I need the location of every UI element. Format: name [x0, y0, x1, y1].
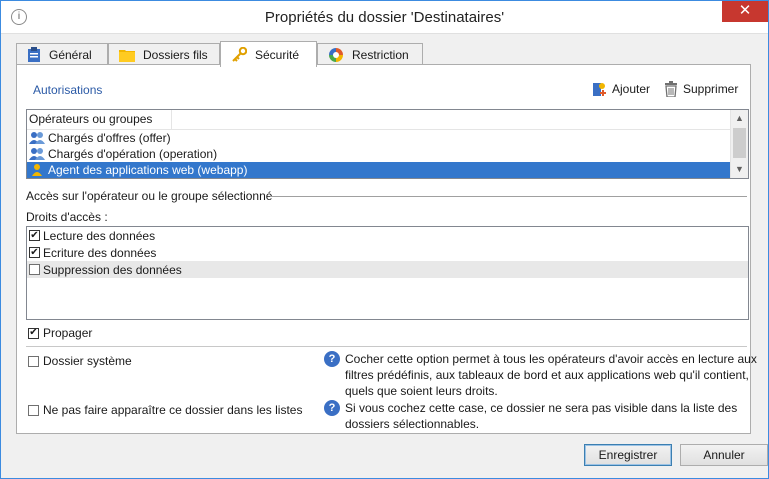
list-item[interactable]: Chargés d'opération (operation) [27, 146, 748, 162]
write-checkbox[interactable]: ✔ [29, 247, 40, 258]
hide-folder-help: Si vous cochez cette case, ce dossier ne… [345, 401, 738, 431]
propagate-checkbox[interactable]: ✔ [28, 327, 39, 339]
key-icon [232, 46, 247, 62]
list-item-label: Chargés d'offres (offer) [48, 131, 171, 145]
right-label: Suppression des données [43, 262, 182, 277]
right-read[interactable]: ✔ Lecture des données [27, 227, 748, 244]
list-item-label: Chargés d'opération (operation) [48, 147, 218, 161]
tab-restriction[interactable]: Restriction [317, 43, 423, 65]
list-item-selected[interactable]: Agent des applications web (webapp) [27, 162, 748, 178]
column-header[interactable]: Opérateurs ou groupes [27, 110, 748, 130]
column-header-label: Opérateurs ou groupes [29, 110, 172, 129]
add-label: Ajouter [612, 82, 651, 96]
delete-label: Supprimer [683, 82, 739, 96]
security-panel: Autorisations Ajouter Supprimer Opérateu… [16, 64, 757, 434]
scroll-up-icon[interactable]: ▲ [731, 110, 748, 127]
tab-label: Général [49, 47, 92, 62]
list-item-label: Agent des applications web (webapp) [48, 163, 248, 177]
tab-label: Dossiers fils [143, 47, 208, 62]
tab-general[interactable]: Général [16, 43, 108, 65]
system-folder-option[interactable]: Dossier système [28, 354, 132, 368]
folder-icon [119, 49, 135, 62]
list-scrollbar[interactable]: ▲ ▼ [730, 110, 748, 178]
add-button[interactable]: Ajouter [591, 81, 650, 97]
trash-icon [665, 81, 677, 97]
group-divider [270, 196, 747, 197]
cancel-button[interactable]: Annuler [680, 444, 768, 466]
tab-label: Sécurité [255, 47, 300, 62]
system-folder-label: Dossier système [43, 354, 132, 368]
rights-label: Droits d'accès : [26, 210, 108, 224]
scroll-down-icon[interactable]: ▼ [731, 161, 748, 178]
propagate-option[interactable]: ✔ Propager [28, 326, 92, 340]
propagate-label: Propager [43, 326, 93, 340]
group-icon [29, 132, 45, 144]
help-icon: ? [324, 351, 340, 367]
help-icon: ? [324, 400, 340, 416]
tab-security[interactable]: Sécurité [220, 41, 317, 67]
list-item[interactable]: Chargés d'offres (offer) [27, 130, 748, 146]
right-delete[interactable]: Suppression des données [27, 261, 748, 278]
restriction-icon [329, 47, 343, 62]
tab-subfolders[interactable]: Dossiers fils [108, 43, 220, 65]
right-write[interactable]: ✔ Ecriture des données [27, 244, 748, 261]
properties-dialog: i Propriétés du dossier 'Destinataires' … [0, 0, 769, 479]
window-title: Propriétés du dossier 'Destinataires' [264, 9, 505, 26]
close-button[interactable]: ✕ [722, 1, 768, 22]
add-operator-icon [593, 83, 606, 96]
read-checkbox[interactable]: ✔ [29, 230, 40, 241]
title-bar: i Propriétés du dossier 'Destinataires' … [1, 1, 768, 34]
hide-folder-option[interactable]: Ne pas faire apparaître ce dossier dans … [28, 403, 302, 417]
access-group-label: Accès sur l'opérateur ou le groupe sélec… [26, 189, 273, 203]
clipboard-icon [28, 46, 40, 62]
group-icon [29, 148, 45, 160]
delete-button[interactable]: Supprimer [664, 81, 738, 97]
right-label: Ecriture des données [43, 245, 157, 260]
hide-folder-label: Ne pas faire apparaître ce dossier dans … [43, 403, 303, 417]
hide-folder-checkbox[interactable] [28, 404, 39, 416]
operator-icon [32, 164, 42, 176]
scroll-thumb[interactable] [733, 128, 746, 158]
tab-label: Restriction [352, 47, 409, 62]
operators-list[interactable]: Opérateurs ou groupes Chargés d'offres (… [26, 109, 749, 179]
right-label: Lecture des données [43, 228, 156, 243]
delete-checkbox[interactable] [29, 264, 40, 275]
access-rights-list: ✔ Lecture des données ✔ Ecriture des don… [26, 226, 749, 320]
system-folder-help: Cocher cette option permet à tous les op… [345, 352, 757, 398]
save-button[interactable]: Enregistrer [584, 444, 672, 466]
system-folder-checkbox[interactable] [28, 355, 39, 367]
options-divider [26, 346, 747, 347]
section-title: Autorisations [33, 83, 103, 97]
